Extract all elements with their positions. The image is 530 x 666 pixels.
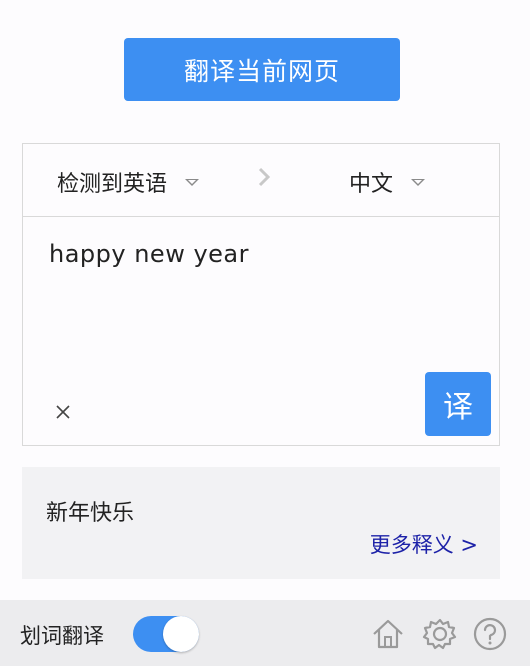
word-translate-toggle[interactable] <box>133 616 199 652</box>
more-definitions-link[interactable]: 更多释义 > <box>370 529 478 559</box>
toggle-knob <box>163 616 199 652</box>
translate-button[interactable]: 译 <box>425 372 491 436</box>
translation-result: 新年快乐 <box>46 501 135 526</box>
language-bar: 检测到英语 中文 <box>23 144 499 217</box>
help-icon[interactable] <box>472 616 508 652</box>
target-language-select[interactable]: 中文 <box>349 166 426 198</box>
chevron-down-icon <box>411 178 426 186</box>
footer-bar: 划词翻译 <box>0 600 530 666</box>
chevron-right-icon <box>258 167 271 187</box>
gear-icon[interactable] <box>422 616 458 652</box>
source-text-input[interactable]: happy new year <box>49 240 249 268</box>
chevron-down-icon <box>185 178 200 186</box>
home-icon[interactable] <box>370 616 406 652</box>
source-language-select[interactable]: 检测到英语 <box>57 166 200 198</box>
word-translate-label: 划词翻译 <box>20 624 104 648</box>
translator-panel: 检测到英语 中文 happy new year 译 <box>22 143 500 446</box>
close-icon[interactable] <box>53 402 73 422</box>
result-panel: 新年快乐 更多释义 > <box>22 467 500 579</box>
translate-page-button[interactable]: 翻译当前网页 <box>124 38 400 101</box>
target-language-label: 中文 <box>349 172 394 197</box>
source-language-label: 检测到英语 <box>57 172 168 197</box>
